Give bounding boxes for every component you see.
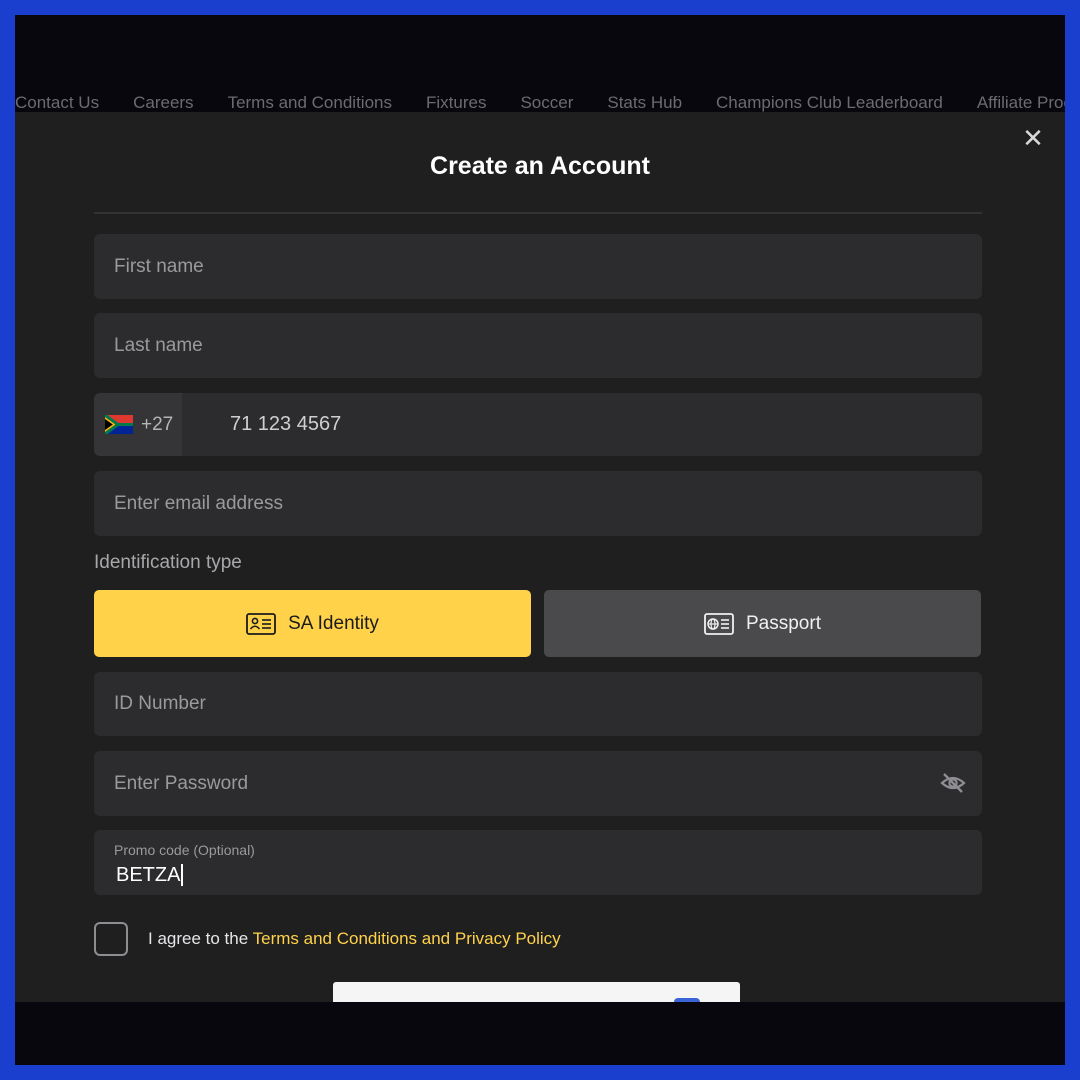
password-input[interactable]: Enter Password bbox=[94, 751, 982, 816]
agree-prefix: I agree to the bbox=[148, 929, 249, 948]
id-number-input[interactable]: ID Number bbox=[94, 672, 982, 736]
captcha-logo-icon bbox=[674, 998, 700, 1002]
terms-agreement: I agree to the Terms and Conditions and … bbox=[94, 922, 561, 956]
phone-number-input[interactable]: 71 123 4567 bbox=[182, 413, 341, 436]
promo-code-input[interactable]: Promo code (Optional) BETZA bbox=[94, 830, 982, 895]
title-divider bbox=[94, 212, 982, 214]
passport-button[interactable]: Passport bbox=[544, 590, 981, 657]
country-code: +27 bbox=[141, 413, 174, 435]
country-code-selector[interactable]: +27 bbox=[94, 393, 182, 456]
passport-label: Passport bbox=[746, 612, 821, 634]
sa-identity-button[interactable]: SA Identity bbox=[94, 590, 531, 657]
captcha-widget[interactable] bbox=[333, 982, 740, 1002]
screen-frame: Contact Us Careers Terms and Conditions … bbox=[15, 15, 1065, 1065]
close-icon[interactable]: ✕ bbox=[1019, 124, 1047, 152]
first-name-input[interactable]: First name bbox=[94, 234, 982, 299]
promo-code-value: BETZA bbox=[114, 863, 184, 886]
identification-type-label: Identification type bbox=[94, 552, 242, 573]
sa-identity-label: SA Identity bbox=[288, 612, 379, 634]
terms-privacy-link[interactable]: Terms and Conditions and Privacy Policy bbox=[253, 929, 561, 948]
email-placeholder: Enter email address bbox=[114, 492, 283, 514]
email-input[interactable]: Enter email address bbox=[94, 471, 982, 536]
last-name-placeholder: Last name bbox=[114, 334, 203, 356]
terms-checkbox[interactable] bbox=[94, 922, 128, 956]
eye-slash-icon[interactable] bbox=[940, 771, 966, 795]
create-account-modal: ✕ Create an Account First name Last name… bbox=[15, 112, 1065, 1002]
passport-icon bbox=[704, 612, 734, 635]
password-placeholder: Enter Password bbox=[114, 772, 249, 794]
first-name-placeholder: First name bbox=[114, 255, 204, 277]
id-card-icon bbox=[246, 612, 276, 635]
phone-field: +27 71 123 4567 bbox=[94, 393, 982, 456]
promo-code-label: Promo code (Optional) bbox=[114, 841, 255, 858]
last-name-input[interactable]: Last name bbox=[94, 313, 982, 378]
south-africa-flag-icon bbox=[105, 415, 133, 434]
modal-title: Create an Account bbox=[430, 152, 650, 180]
id-number-placeholder: ID Number bbox=[114, 693, 206, 714]
